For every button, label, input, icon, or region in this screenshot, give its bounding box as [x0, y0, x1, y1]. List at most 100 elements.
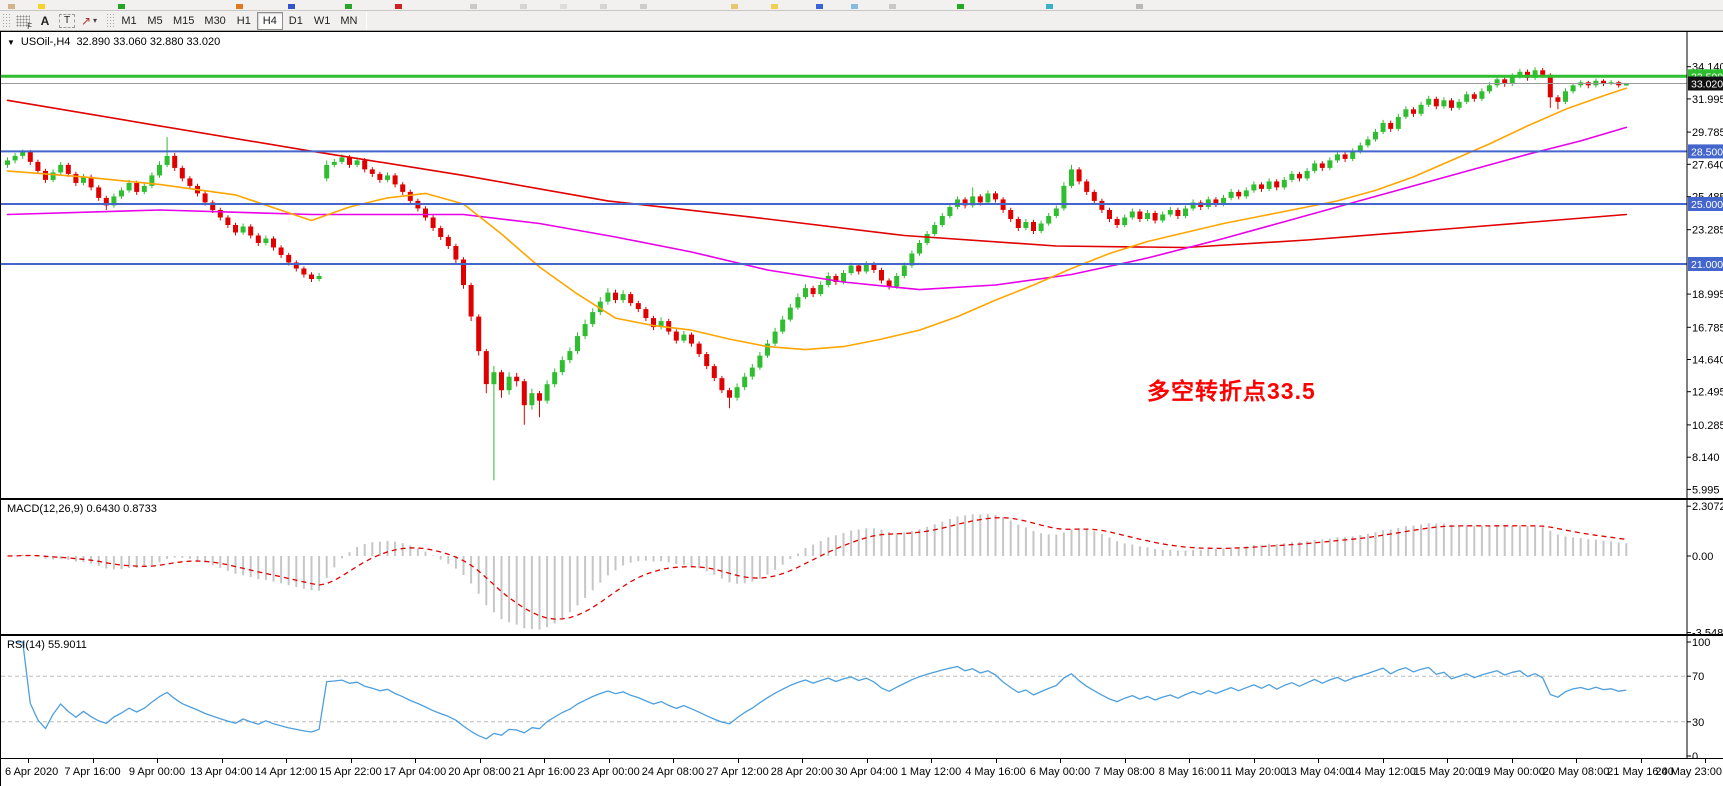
- toolbar-icon-fragment[interactable]: [118, 4, 125, 9]
- macd-indicator-label: MACD(12,26,9) 0.6430 0.8733: [7, 503, 157, 515]
- toolbar-icon-fragment[interactable]: [771, 4, 778, 9]
- time-label: 14 Apr 12:00: [255, 766, 317, 778]
- tf-button-W1[interactable]: W1: [309, 12, 336, 30]
- text-label-tool-button[interactable]: A: [35, 12, 55, 30]
- toolbar-icon-fragment[interactable]: [957, 4, 964, 9]
- svg-text:25.000: 25.000: [1691, 199, 1723, 211]
- letter-a-icon: A: [41, 14, 50, 28]
- tf-button-H4[interactable]: H4: [257, 12, 283, 30]
- toolbar-drag-handle[interactable]: [106, 13, 114, 29]
- dotted-grid-icon: F: [16, 15, 30, 27]
- toolbar-icon-fragment[interactable]: [345, 4, 352, 9]
- toolbar-icon-fragment[interactable]: [816, 4, 823, 9]
- crosshair-grid-tool-button[interactable]: F: [13, 12, 33, 30]
- time-tick: [802, 759, 803, 763]
- toolbar-icon-fragment[interactable]: [8, 4, 15, 9]
- time-label: 6 May 00:00: [1030, 766, 1091, 778]
- svg-text:16.785: 16.785: [1692, 322, 1723, 334]
- toolbar-icon-fragment[interactable]: [38, 4, 45, 9]
- toolbar-icon-fragment[interactable]: [640, 4, 647, 9]
- svg-text:18.995: 18.995: [1692, 289, 1723, 301]
- time-tick: [93, 759, 94, 763]
- time-tick: [351, 759, 352, 763]
- time-tick: [996, 759, 997, 763]
- time-tick: [1254, 759, 1255, 763]
- price-badge-25.000: 25.000: [1688, 197, 1723, 211]
- time-tick: [609, 759, 610, 763]
- time-label: 20 May 08:00: [1543, 766, 1610, 778]
- time-label: 20 Apr 08:00: [448, 766, 510, 778]
- timeframe-button-group: M1M5M15M30H1H4D1W1MN: [116, 12, 362, 30]
- rsi-panel[interactable]: 10070300: [1, 636, 1723, 758]
- toolbar-icon-fragment[interactable]: [1046, 4, 1053, 9]
- time-tick: [1383, 759, 1384, 763]
- toolbar-icon-fragment[interactable]: [520, 4, 527, 9]
- arrow-icon: ↗: [81, 14, 91, 28]
- price-badge-21.000: 21.000: [1688, 257, 1723, 271]
- top-toolbar-partial-row: [0, 0, 1723, 11]
- toolbar-icon-fragment[interactable]: [560, 4, 567, 9]
- time-label: 14 May 12:00: [1349, 766, 1416, 778]
- time-tick: [673, 759, 674, 763]
- main-price-chart[interactable]: 34.14031.99529.78527.64025.48523.28518.9…: [1, 32, 1723, 498]
- time-tick: [1318, 759, 1319, 763]
- tf-button-M30[interactable]: M30: [199, 12, 230, 30]
- toolbar-icon-fragment[interactable]: [851, 4, 858, 9]
- time-tick: [1576, 759, 1577, 763]
- time-tick: [1512, 759, 1513, 763]
- toolbar-icon-fragment[interactable]: [470, 4, 477, 9]
- time-tick: [222, 759, 223, 763]
- time-label: 30 Apr 04:00: [835, 766, 897, 778]
- time-label: 6 Apr 2020: [5, 766, 58, 778]
- svg-text:27.640: 27.640: [1692, 159, 1723, 171]
- symbol-period-label: USOil-,H4: [21, 36, 71, 48]
- toolbar-icon-fragment[interactable]: [1136, 4, 1143, 9]
- time-tick: [480, 759, 481, 763]
- time-tick: [931, 759, 932, 763]
- time-axis[interactable]: 6 Apr 20207 Apr 16:009 Apr 00:0013 Apr 0…: [1, 759, 1723, 786]
- tf-button-D1[interactable]: D1: [283, 12, 309, 30]
- time-tick: [28, 759, 29, 763]
- grid-f-label: F: [27, 22, 32, 31]
- svg-text:33.020: 33.020: [1691, 79, 1723, 91]
- macd-panel[interactable]: 2.30720.00-3.5484: [1, 500, 1723, 634]
- svg-text:31.995: 31.995: [1692, 94, 1723, 106]
- toolbar-icon-fragment[interactable]: [731, 4, 738, 9]
- time-label: 13 Apr 04:00: [190, 766, 252, 778]
- text-box-tool-button[interactable]: T: [57, 12, 77, 30]
- tf-button-MN[interactable]: MN: [335, 12, 362, 30]
- symbol-dropdown-icon[interactable]: ▼: [7, 38, 15, 47]
- tf-button-M15[interactable]: M15: [168, 12, 199, 30]
- svg-text:30: 30: [1692, 717, 1704, 729]
- svg-text:29.785: 29.785: [1692, 127, 1723, 139]
- toolbar-icon-fragment[interactable]: [889, 4, 896, 9]
- chevron-down-icon[interactable]: ▾: [93, 16, 97, 25]
- time-label: 7 May 08:00: [1094, 766, 1155, 778]
- time-tick: [1189, 759, 1190, 763]
- tf-button-M1[interactable]: M1: [116, 12, 142, 30]
- toolbar-icon-fragment[interactable]: [236, 4, 243, 9]
- tf-button-H1[interactable]: H1: [231, 12, 257, 30]
- time-label: 27 Apr 12:00: [706, 766, 768, 778]
- toolbar-icon-fragment[interactable]: [395, 4, 402, 9]
- time-label: 15 Apr 22:00: [319, 766, 381, 778]
- toolbar-icon-fragment[interactable]: [288, 4, 295, 9]
- time-label: 21 Apr 16:00: [513, 766, 575, 778]
- time-label: 1 May 12:00: [901, 766, 962, 778]
- svg-text:0: 0: [1692, 751, 1698, 758]
- toolbar-icon-fragment[interactable]: [600, 4, 607, 9]
- time-label: 19 May 00:00: [1478, 766, 1545, 778]
- time-label: 17 Apr 04:00: [384, 766, 446, 778]
- time-label: 11 May 20:00: [1221, 766, 1287, 778]
- svg-text:8.140: 8.140: [1692, 452, 1720, 464]
- tf-button-M5[interactable]: M5: [142, 12, 168, 30]
- ohlc-values: 32.890 33.060 32.880 33.020: [76, 36, 220, 48]
- toolbar: F A T ↗ ▾ M1M5M15M30H1H4D1W1MN: [0, 11, 1723, 31]
- toolbar-drag-handle[interactable]: [2, 13, 10, 29]
- annotation-text: 多空转折点33.5: [1147, 372, 1316, 406]
- toolbar-separator: [366, 12, 367, 30]
- chart-window: ▼ USOil-,H4 32.890 33.060 32.880 33.020 …: [0, 31, 1723, 786]
- time-tick: [157, 759, 158, 763]
- time-tick: [1705, 759, 1706, 763]
- arrows-tool-button[interactable]: ↗ ▾: [79, 12, 99, 30]
